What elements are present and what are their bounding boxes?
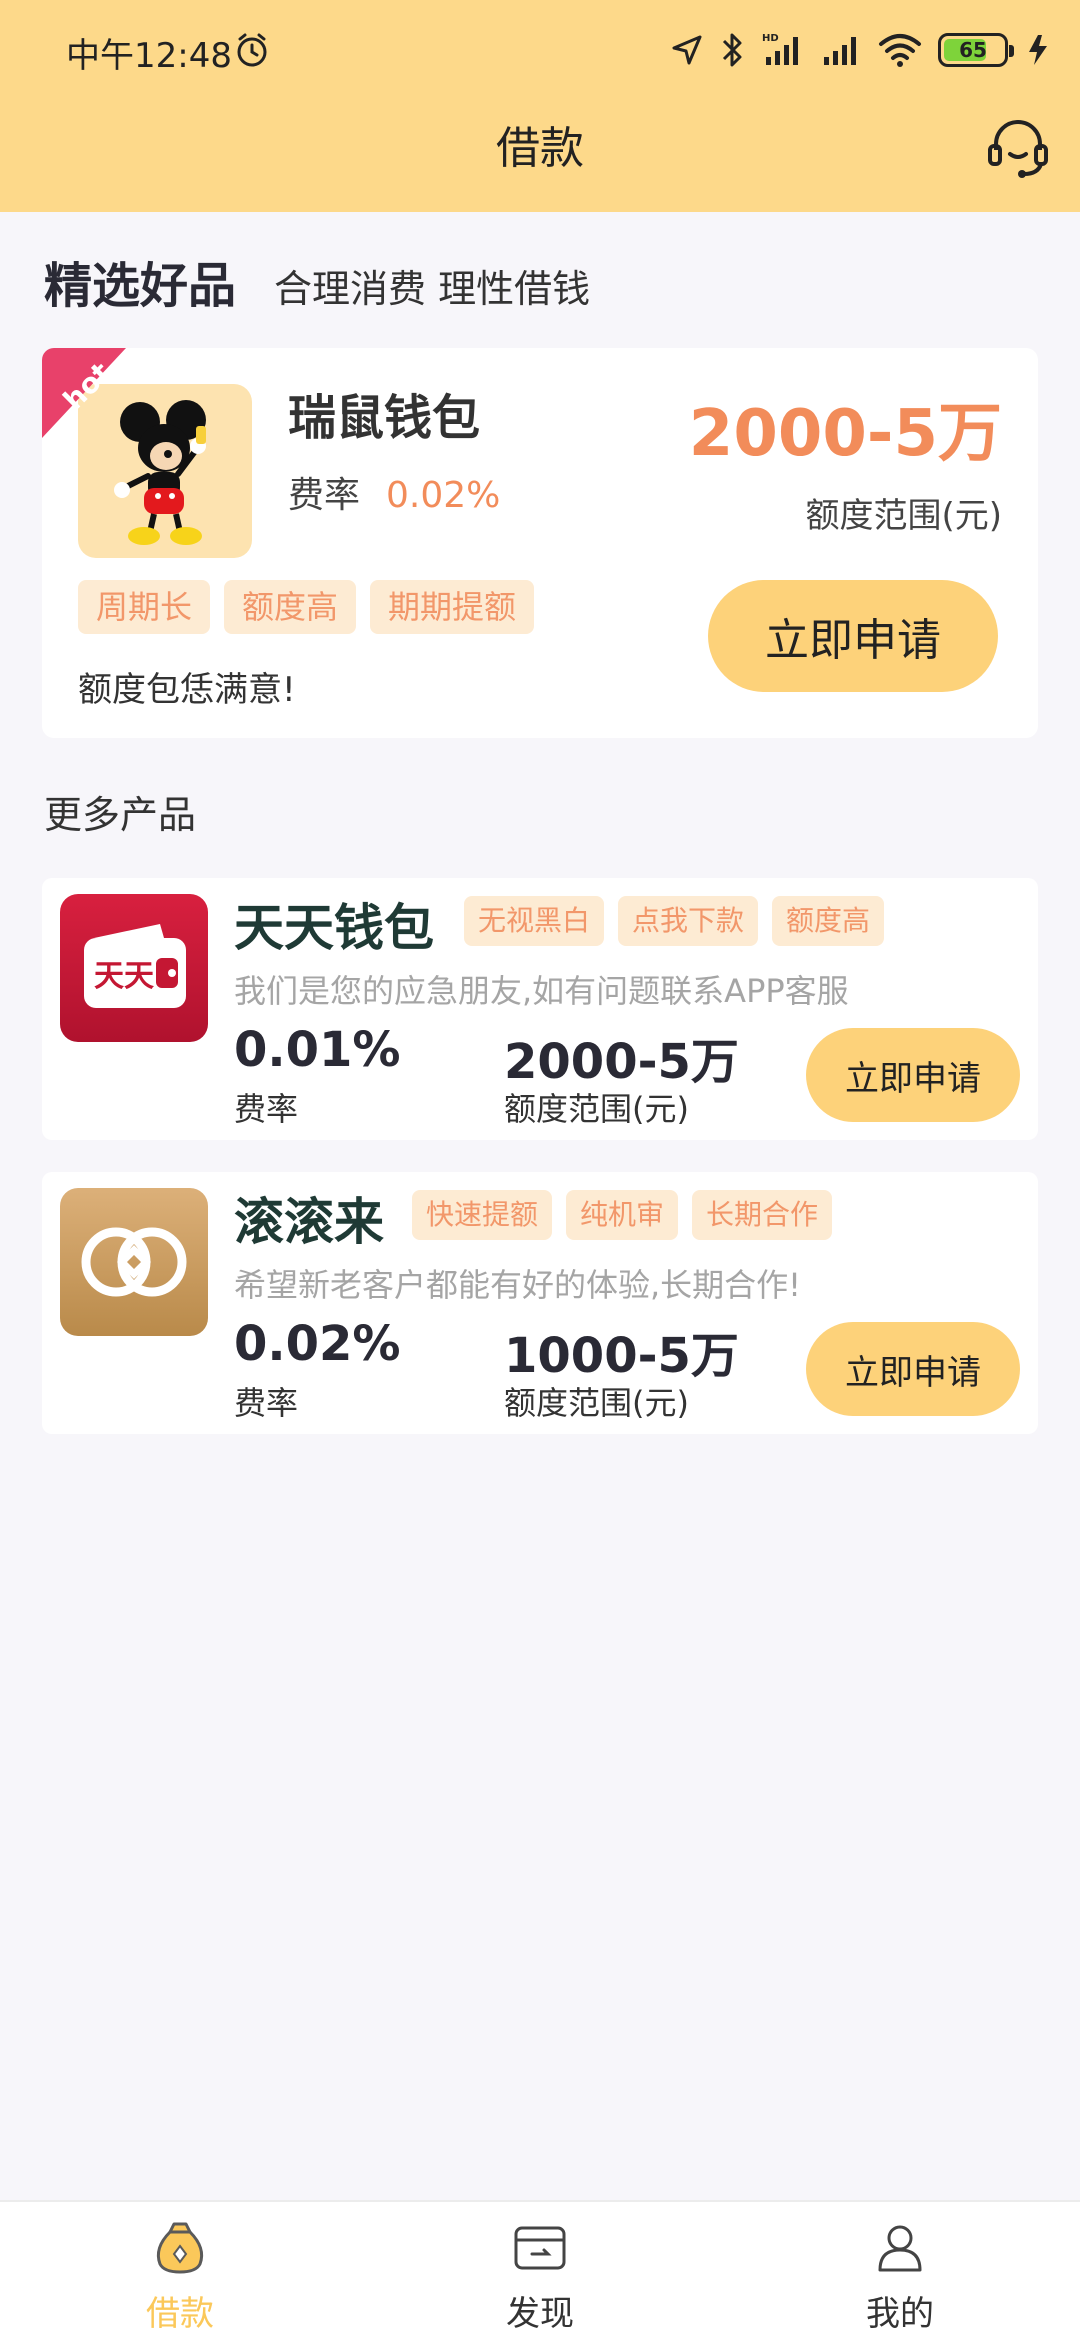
product-tags: 快速提额 纯机审 长期合作 <box>412 1190 833 1240</box>
product-apply-button[interactable]: 立即申请 <box>806 1028 1020 1122</box>
product-amount: 2000-5万 <box>504 1034 739 1090</box>
header: 中午12:48 HD 65 借款 <box>0 0 1080 212</box>
product-tags: 无视黑白 点我下款 额度高 <box>464 896 885 946</box>
product-rate: 0.01% <box>234 1022 401 1078</box>
nav-label: 我的 <box>866 2294 934 2334</box>
product-tag: 长期合作 <box>692 1190 833 1240</box>
hot-ribbon: hot <box>42 348 126 438</box>
featured-tag: 期期提额 <box>370 580 535 635</box>
featured-amount-label: 额度范围(元) <box>805 496 1002 536</box>
featured-tags: 周期长 额度高 期期提额 <box>78 580 535 635</box>
loan-page: 中午12:48 HD 65 借款 精选好品 合理消费 理性借钱 hot 瑞鼠钱包… <box>0 0 1080 2340</box>
nav-label: 借款 <box>146 2294 214 2334</box>
battery-indicator: 65 <box>938 33 1014 67</box>
customer-service-icon[interactable] <box>986 116 1050 180</box>
svg-text:HD: HD <box>762 33 779 44</box>
product-amount: 1000-5万 <box>504 1328 739 1384</box>
linked-coins-icon <box>60 1188 208 1336</box>
product-name: 天天钱包 <box>234 899 434 957</box>
product-logo <box>60 1188 208 1336</box>
product-description: 希望新老客户都能有好的体验,长期合作! <box>234 1266 802 1304</box>
featured-product-card[interactable]: hot 瑞鼠钱包 费率 0.02% 2000-5万 额度范围(元) 周期长 额度… <box>42 348 1038 738</box>
charging-icon <box>1029 35 1047 65</box>
user-icon <box>878 2225 922 2272</box>
wallet-logo-text: 天天 <box>94 959 154 994</box>
more-products-title: 更多产品 <box>44 793 197 837</box>
bottom-nav: 借款 发现 我的 <box>0 2200 1080 2340</box>
nav-item-loan[interactable]: 借款 <box>0 2202 360 2340</box>
nav-item-mine[interactable]: 我的 <box>720 2202 1080 2340</box>
signal-hd-icon: HD <box>762 33 798 65</box>
product-tag: 快速提额 <box>412 1190 553 1240</box>
status-icons: HD 65 <box>670 26 1052 74</box>
featured-product-name: 瑞鼠钱包 <box>288 390 481 446</box>
featured-rate-label: 费率 <box>288 475 361 516</box>
product-tag: 点我下款 <box>618 896 759 946</box>
product-description: 我们是您的应急朋友,如有问题联系APP客服 <box>234 972 849 1010</box>
product-tag: 纯机审 <box>566 1190 679 1240</box>
product-tag: 额度高 <box>772 896 885 946</box>
wifi-icon <box>879 34 921 67</box>
product-apply-button[interactable]: 立即申请 <box>806 1322 1020 1416</box>
status-time: 中午12:48 <box>66 36 232 76</box>
bluetooth-icon <box>722 33 742 67</box>
product-rate-label: 费率 <box>234 1384 299 1422</box>
featured-rate-value: 0.02% <box>386 475 501 516</box>
product-amount-label: 额度范围(元) <box>504 1090 689 1128</box>
product-rate-label: 费率 <box>234 1090 299 1128</box>
location-icon <box>672 35 702 65</box>
product-rate: 0.02% <box>234 1316 401 1372</box>
card-icon <box>514 2226 566 2270</box>
featured-section-title: 精选好品 <box>44 258 237 314</box>
product-card[interactable]: 天天 天天钱包 无视黑白 点我下款 额度高 我们是您的应急朋友,如有问题联系AP… <box>42 878 1038 1140</box>
featured-amount: 2000-5万 <box>688 397 1002 471</box>
featured-tag: 额度高 <box>224 580 357 635</box>
featured-description: 额度包恁满意! <box>78 670 296 710</box>
product-card[interactable]: 滚滚来 快速提额 纯机审 长期合作 希望新老客户都能有好的体验,长期合作! 0.… <box>42 1172 1038 1434</box>
featured-tag: 周期长 <box>78 580 211 635</box>
battery-level: 65 <box>959 38 987 62</box>
money-bag-icon <box>156 2222 204 2274</box>
wallet-icon: 天天 <box>60 894 208 1042</box>
product-amount-label: 额度范围(元) <box>504 1384 689 1422</box>
product-logo: 天天 <box>60 894 208 1042</box>
product-tag: 无视黑白 <box>464 896 605 946</box>
featured-apply-button[interactable]: 立即申请 <box>708 580 998 692</box>
signal-icon <box>824 37 856 65</box>
status-bar: 中午12:48 HD 65 <box>0 0 1080 100</box>
nav-label: 发现 <box>506 2294 574 2334</box>
featured-rate-row: 费率 0.02% <box>288 466 500 518</box>
product-name: 滚滚来 <box>234 1193 384 1251</box>
featured-section-header: 精选好品 合理消费 理性借钱 <box>44 246 590 316</box>
featured-section-subtitle: 合理消费 理性借钱 <box>274 267 591 311</box>
alarm-icon <box>237 33 267 67</box>
page-title: 借款 <box>496 123 584 174</box>
nav-item-discover[interactable]: 发现 <box>360 2202 720 2340</box>
